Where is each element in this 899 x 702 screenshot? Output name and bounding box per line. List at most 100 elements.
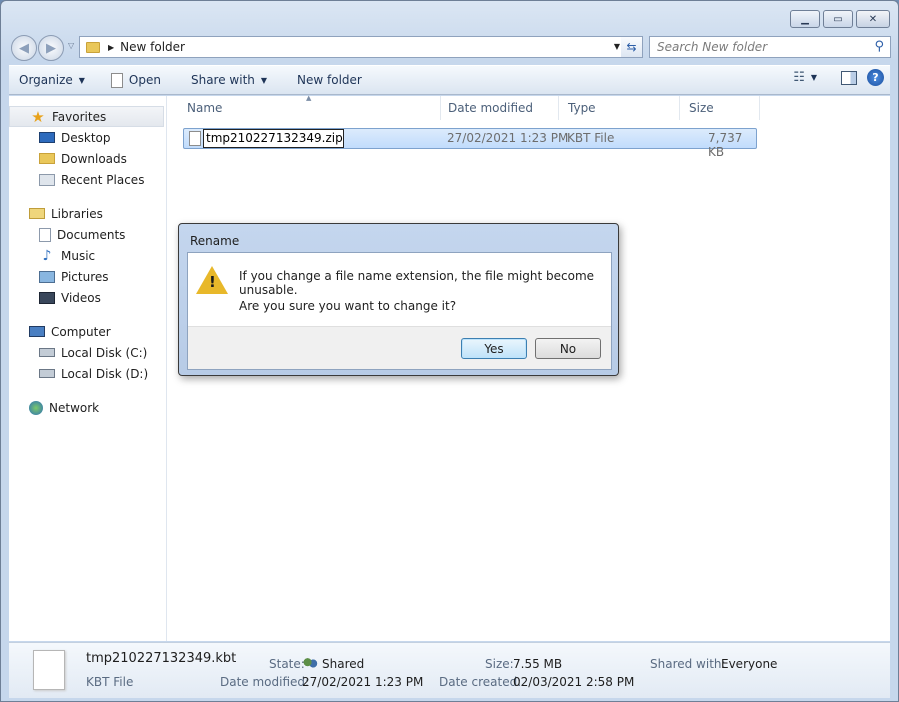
address-bar[interactable]: ▶ New folder ▼ — [79, 36, 625, 58]
nav-local-disk-d[interactable]: Local Disk (D:) — [9, 363, 166, 384]
size-label: Size: — [485, 657, 514, 671]
nav-videos[interactable]: Videos — [9, 287, 166, 308]
nav-documents[interactable]: Documents — [9, 224, 166, 245]
nav-label: Local Disk (C:) — [61, 345, 148, 360]
shared-with-value: Everyone — [721, 657, 778, 671]
videos-icon — [39, 291, 55, 304]
column-type[interactable]: Type — [559, 96, 680, 120]
nav-label: Music — [61, 248, 96, 263]
dialog-message-line1: If you change a file name extension, the… — [239, 269, 595, 297]
date-created-label: Date created: — [439, 675, 522, 689]
nav-network[interactable]: Network — [9, 397, 166, 418]
disk-icon — [39, 348, 55, 357]
nav-music[interactable]: ♪ Music — [9, 245, 166, 266]
nav-label: Documents — [57, 227, 126, 242]
type-cell: KBT File — [567, 131, 615, 145]
computer-icon — [29, 326, 45, 337]
nav-label: Libraries — [51, 206, 103, 221]
close-button[interactable]: ✕ — [856, 10, 890, 28]
new-folder-label: New folder — [297, 73, 362, 87]
nav-downloads[interactable]: Downloads — [9, 148, 166, 169]
nav-recent-places[interactable]: Recent Places — [9, 169, 166, 190]
rename-input[interactable]: tmp210227132349.zip — [203, 129, 344, 148]
file-thumbnail-icon — [33, 650, 65, 690]
date-modified-cell: 27/02/2021 1:23 PM — [447, 131, 569, 145]
preview-pane-icon[interactable] — [841, 70, 857, 85]
search-input[interactable] — [657, 40, 857, 54]
share-with-button[interactable]: Share with ▼ — [183, 68, 275, 92]
network-group: Network — [9, 397, 166, 418]
toolbar-right: ☷ ▼ ? — [793, 69, 890, 86]
chevron-down-icon: ▼ — [260, 75, 268, 85]
network-icon — [29, 400, 43, 415]
star-icon: ★ — [31, 107, 45, 126]
disk-icon — [39, 369, 55, 378]
shared-with-label: Shared with: — [650, 657, 726, 671]
nav-label: Downloads — [61, 151, 127, 166]
column-name[interactable]: Name — [178, 96, 441, 120]
search-icon[interactable]: ⚲ — [874, 39, 884, 54]
back-button[interactable]: ◀ — [11, 35, 37, 61]
state-value: Shared — [302, 657, 364, 671]
maximize-button[interactable]: ▭ — [823, 10, 853, 28]
help-icon[interactable]: ? — [867, 69, 884, 86]
document-icon — [110, 72, 123, 88]
table-row[interactable]: tmp210227132349.zip 27/02/2021 1:23 PM K… — [183, 128, 757, 159]
libraries-group: Libraries Documents ♪ Music Pictures Vid… — [9, 203, 166, 308]
pictures-icon — [39, 270, 55, 283]
search-box[interactable]: ⚲ — [649, 36, 891, 58]
nav-pictures[interactable]: Pictures — [9, 266, 166, 287]
dialog-footer: Yes No — [188, 326, 611, 369]
size-cell: 7,737 KB — [708, 131, 743, 159]
date-created-value: 02/03/2021 2:58 PM — [513, 675, 635, 689]
share-with-label: Share with — [190, 73, 255, 87]
breadcrumb-new-folder[interactable]: New folder — [120, 40, 185, 54]
recent-pages-dropdown-icon[interactable]: ▽ — [68, 41, 74, 50]
date-modified-value: 27/02/2021 1:23 PM — [302, 675, 424, 689]
yes-button[interactable]: Yes — [461, 338, 527, 359]
command-toolbar: Organize ▼ Open Share with ▼ New folder … — [9, 65, 890, 95]
libraries-icon — [29, 208, 45, 219]
nav-label: Network — [49, 400, 100, 415]
nav-desktop[interactable]: Desktop — [9, 127, 166, 148]
music-icon: ♪ — [42, 247, 52, 264]
nav-libraries[interactable]: Libraries — [9, 203, 166, 224]
details-file-name: tmp210227132349.kbt — [86, 651, 237, 666]
new-folder-button[interactable]: New folder — [289, 68, 370, 92]
refresh-icon: ⇆ — [626, 40, 637, 54]
state-label: State: — [269, 657, 305, 671]
refresh-button[interactable]: ⇆ — [621, 36, 643, 58]
nav-label: Videos — [61, 290, 101, 305]
nav-label: Desktop — [61, 130, 111, 145]
nav-local-disk-c[interactable]: Local Disk (C:) — [9, 342, 166, 363]
folder-icon — [86, 41, 100, 53]
chevron-down-icon[interactable]: ▼ — [811, 73, 817, 82]
organize-button[interactable]: Organize ▼ — [11, 68, 93, 92]
nav-favorites[interactable]: ★ Favorites — [9, 106, 164, 127]
recent-places-icon — [39, 173, 55, 186]
window-controls: ▁ ▭ ✕ — [790, 10, 890, 28]
no-button[interactable]: No — [535, 338, 601, 359]
navigation-pane: ★ Favorites Desktop Downloads Recent Pla… — [9, 96, 167, 641]
nav-label: Favorites — [52, 109, 107, 124]
shared-users-icon — [302, 657, 318, 670]
organize-label: Organize — [19, 73, 73, 87]
open-button[interactable]: Open — [103, 68, 169, 92]
forward-button[interactable]: ▶ — [38, 35, 64, 61]
dialog-title: Rename — [190, 234, 240, 248]
column-date-modified[interactable]: Date modified — [439, 96, 559, 120]
breadcrumb-arrow-icon[interactable]: ▶ — [108, 43, 114, 52]
favorites-group: ★ Favorites Desktop Downloads Recent Pla… — [9, 106, 166, 190]
minimize-button[interactable]: ▁ — [790, 10, 820, 28]
nav-label: Computer — [51, 324, 111, 339]
warning-exclamation-icon: ! — [209, 273, 216, 291]
nav-computer[interactable]: Computer — [9, 321, 166, 342]
chevron-down-icon: ▼ — [78, 75, 85, 85]
computer-group: Computer Local Disk (C:) Local Disk (D:) — [9, 321, 166, 384]
column-size[interactable]: Size — [680, 96, 760, 120]
size-value: 7.55 MB — [513, 657, 563, 671]
forward-arrow-icon: ▶ — [46, 40, 56, 56]
address-dropdown-icon[interactable]: ▼ — [614, 42, 620, 51]
dialog-message-line2: Are you sure you want to change it? — [239, 299, 457, 313]
view-options-icon[interactable]: ☷ — [793, 70, 805, 85]
